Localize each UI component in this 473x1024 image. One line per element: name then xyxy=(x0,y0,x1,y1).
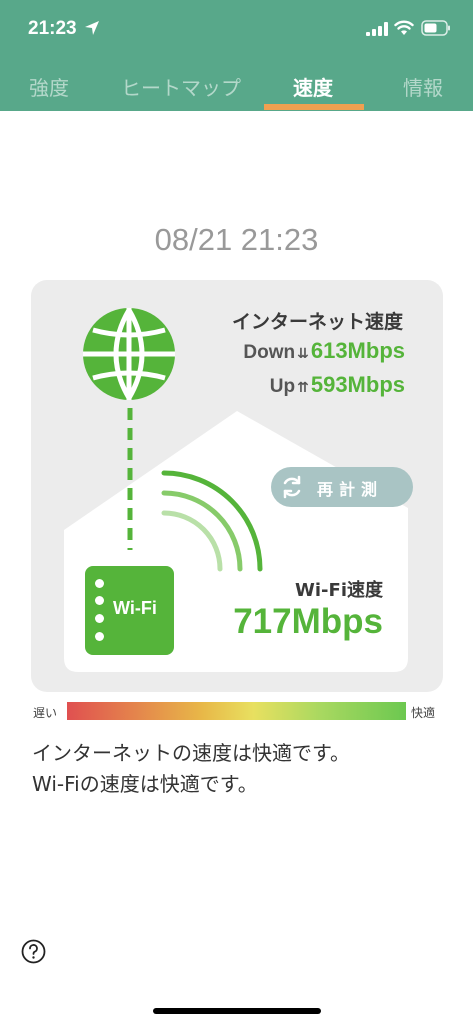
remeasure-button[interactable]: 再計測 xyxy=(271,467,413,507)
globe-icon xyxy=(83,308,175,400)
speed-scale-bar xyxy=(67,702,406,720)
scale-slow-label: 遅い xyxy=(33,706,58,720)
active-tab-indicator xyxy=(264,104,364,110)
status-time: 21:23 xyxy=(28,18,77,39)
wifi-speed-value: 717Mbps xyxy=(233,602,383,641)
upload-speed-value: 593Mbps xyxy=(310,372,405,397)
cellular-signal-icon xyxy=(366,22,388,36)
header: 21:23 強度 ヒートマップ 速度 情報 xyxy=(0,0,473,111)
download-speed-row: Down ⇊613Mbps xyxy=(243,338,405,364)
download-label: Down xyxy=(243,342,296,363)
upload-speed-row: Up ⇈593Mbps xyxy=(270,372,405,398)
wifi-icon xyxy=(394,20,414,35)
download-speed-value: 613Mbps xyxy=(310,338,405,363)
router-label: Wi-Fi xyxy=(113,598,157,618)
tab-speed[interactable]: 速度 xyxy=(293,72,333,101)
internet-speed-label: インターネット速度 xyxy=(231,311,403,333)
wifi-assessment: Wi-Fiの速度は快適です。 xyxy=(32,772,258,796)
tab-heatmap[interactable]: ヒートマップ xyxy=(121,72,241,101)
connection-line xyxy=(127,408,133,550)
remeasure-label: 再計測 xyxy=(317,480,384,499)
location-arrow-icon xyxy=(85,21,99,35)
internet-assessment: インターネットの速度は快適です。 xyxy=(32,741,350,765)
home-indicator xyxy=(153,1008,321,1014)
download-arrow-icon: ⇊ xyxy=(297,346,309,362)
refresh-icon xyxy=(283,475,301,499)
wifi-signal-arcs xyxy=(161,470,263,572)
tab-strength[interactable]: 強度 xyxy=(29,72,69,101)
speed-card: Wi-Fi インターネット速度 Down ⇊613Mbps Up ⇈593Mbps … xyxy=(31,280,443,692)
status-bar: 21:23 xyxy=(0,0,473,60)
upload-arrow-icon: ⇈ xyxy=(297,380,309,396)
tab-bar: 強度 ヒートマップ 速度 情報 xyxy=(0,60,473,111)
upload-label: Up xyxy=(269,376,296,397)
speed-assessment-message: インターネットの速度は快適です。 Wi-Fiの速度は快適です。 xyxy=(32,738,350,800)
scale-fast-label: 快適 xyxy=(411,706,436,720)
battery-icon xyxy=(421,20,450,36)
wifi-speed-label: Wi-Fi速度 xyxy=(295,580,383,601)
tab-info[interactable]: 情報 xyxy=(403,72,443,101)
help-icon[interactable] xyxy=(21,939,46,964)
measurement-datetime: 08/21 21:23 xyxy=(154,222,319,257)
